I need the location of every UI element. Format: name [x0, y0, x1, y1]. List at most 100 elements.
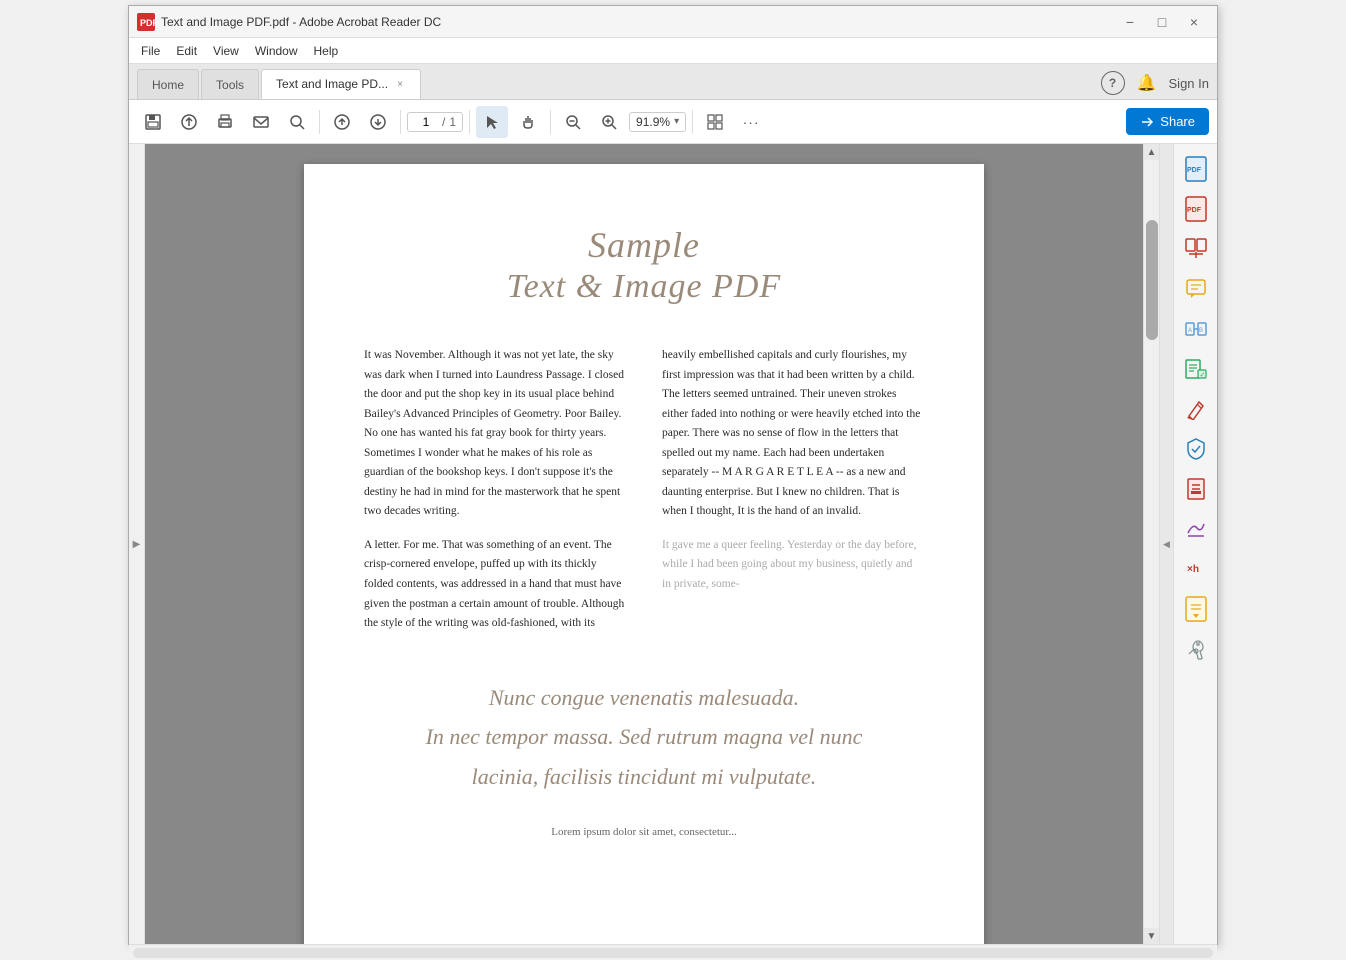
toolbar-divider-2: [400, 110, 401, 134]
col2-para2: It gave me a queer feeling. Yesterday or…: [662, 536, 924, 595]
share-button[interactable]: Share: [1126, 108, 1209, 135]
page-number-input[interactable]: [414, 115, 438, 129]
right-panel-collapse[interactable]: ◀: [1159, 144, 1173, 944]
tab-tools[interactable]: Tools: [201, 69, 259, 99]
menu-file[interactable]: File: [133, 41, 168, 61]
page-layout-button[interactable]: [699, 106, 731, 138]
app-icon: PDF: [137, 13, 155, 31]
pdf-viewer: Sample Text & Image PDF It was November.…: [145, 144, 1143, 944]
scrollbar-track[interactable]: [1144, 160, 1159, 928]
main-window: PDF Text and Image PDF.pdf - Adobe Acrob…: [128, 5, 1218, 945]
pdf-col-left: It was November. Although it was not yet…: [364, 346, 626, 648]
toolbar-divider-5: [692, 110, 693, 134]
select-tool-button[interactable]: [476, 106, 508, 138]
svg-text:PDF: PDF: [1187, 167, 1202, 174]
pdf-title-sample: Sample: [364, 224, 924, 266]
pdf-title-main: Text & Image PDF: [364, 268, 924, 306]
sidebar-stamps-icon[interactable]: ×h: [1178, 552, 1214, 586]
sign-in-button[interactable]: Sign In: [1169, 76, 1209, 91]
menu-view[interactable]: View: [205, 41, 247, 61]
bottom-text-content: Lorem ipsum dolor sit amet, consectetur.…: [364, 826, 924, 838]
toolbar-divider-3: [469, 110, 470, 134]
pdf-title: Sample Text & Image PDF: [364, 224, 924, 306]
menu-window[interactable]: Window: [247, 41, 306, 61]
zoom-value: 91.9%: [636, 115, 670, 129]
sidebar-redact-icon[interactable]: [1178, 472, 1214, 506]
title-bar: PDF Text and Image PDF.pdf - Adobe Acrob…: [129, 6, 1217, 38]
maximize-button[interactable]: □: [1147, 8, 1177, 36]
window-controls: − □ ×: [1115, 8, 1209, 36]
pdf-col-right: heavily embellished capitals and curly f…: [662, 346, 924, 648]
scroll-down-button[interactable]: ▼: [1144, 928, 1159, 944]
pdf-italic-block: Nunc congue venenatis malesuada. In nec …: [364, 678, 924, 797]
window-title: Text and Image PDF.pdf - Adobe Acrobat R…: [161, 15, 1115, 29]
italic-line-1: Nunc congue venenatis malesuada.: [364, 678, 924, 718]
collapse-panel-button[interactable]: ▶: [129, 144, 145, 944]
svg-text:A: A: [1188, 328, 1192, 334]
zoom-control[interactable]: 91.9% ▾: [629, 112, 686, 132]
help-button[interactable]: ?: [1101, 71, 1125, 95]
main-content: ▶ Sample Text & Image PDF It was Novembe…: [129, 144, 1217, 944]
italic-line-3: lacinia, facilisis tincidunt mi vulputat…: [364, 757, 924, 797]
prev-page-button[interactable]: [326, 106, 358, 138]
svg-text:PDF: PDF: [140, 18, 155, 28]
bell-icon[interactable]: 🔔: [1137, 73, 1157, 93]
share-label: Share: [1160, 114, 1195, 129]
toolbar-divider-1: [319, 110, 320, 134]
scroll-up-button[interactable]: ▲: [1144, 144, 1159, 160]
svg-text:×h: ×h: [1187, 564, 1199, 575]
tab-tools-label: Tools: [216, 78, 244, 92]
menu-help[interactable]: Help: [306, 41, 347, 61]
page-separator: /: [442, 115, 445, 129]
sidebar-comment-icon[interactable]: [1178, 272, 1214, 306]
hand-tool-button[interactable]: [512, 106, 544, 138]
toolbar-divider-4: [550, 110, 551, 134]
pdf-bottom-text: Lorem ipsum dolor sit amet, consectetur.…: [364, 826, 924, 838]
close-button[interactable]: ×: [1179, 8, 1209, 36]
search-button[interactable]: [281, 106, 313, 138]
more-options-button[interactable]: ···: [735, 106, 767, 138]
menu-edit[interactable]: Edit: [168, 41, 205, 61]
svg-text:✓: ✓: [1199, 372, 1205, 379]
col1-para1: It was November. Although it was not yet…: [364, 346, 626, 522]
upload-button[interactable]: [173, 106, 205, 138]
sidebar-export-pdf-icon[interactable]: PDF: [1178, 192, 1214, 226]
save-button[interactable]: [137, 106, 169, 138]
sidebar-edit-icon[interactable]: ✓: [1178, 352, 1214, 386]
svg-text:PDF: PDF: [1187, 207, 1202, 214]
right-sidebar: PDF PDF: [1173, 144, 1217, 944]
page-navigator: / 1: [407, 112, 463, 132]
next-page-button[interactable]: [362, 106, 394, 138]
sidebar-attach-icon[interactable]: [1178, 592, 1214, 626]
toolbar: / 1 91.9% ▾ ···: [129, 100, 1217, 144]
sidebar-more-tools-icon[interactable]: [1178, 632, 1214, 666]
tab-active-pdf[interactable]: Text and Image PD... ×: [261, 69, 421, 99]
sidebar-pdf-file-icon[interactable]: PDF: [1178, 152, 1214, 186]
sidebar-organize-icon[interactable]: [1178, 232, 1214, 266]
sidebar-protect-icon[interactable]: [1178, 432, 1214, 466]
sidebar-sign-icon[interactable]: [1178, 512, 1214, 546]
email-button[interactable]: [245, 106, 277, 138]
zoom-dropdown-icon[interactable]: ▾: [674, 116, 679, 127]
zoom-in-button[interactable]: [593, 106, 625, 138]
minimize-button[interactable]: −: [1115, 8, 1145, 36]
pdf-page: Sample Text & Image PDF It was November.…: [304, 164, 984, 944]
scrollbar-thumb[interactable]: [1146, 220, 1158, 340]
tab-home[interactable]: Home: [137, 69, 199, 99]
pdf-columns: It was November. Although it was not yet…: [364, 346, 924, 648]
page-total: 1: [449, 115, 456, 129]
print-button[interactable]: [209, 106, 241, 138]
menu-bar: File Edit View Window Help: [129, 38, 1217, 64]
zoom-out-button[interactable]: [557, 106, 589, 138]
tab-pdf-label: Text and Image PD...: [276, 77, 388, 91]
col1-para2: A letter. For me. That was something of …: [364, 536, 626, 634]
svg-text:B: B: [1199, 328, 1203, 334]
sidebar-combine-icon[interactable]: A B: [1178, 312, 1214, 346]
vertical-scrollbar: ▲ ▼: [1143, 144, 1159, 944]
horizontal-scrollbar[interactable]: [133, 948, 1213, 958]
sidebar-annotate-icon[interactable]: [1178, 392, 1214, 426]
col2-para1: heavily embellished capitals and curly f…: [662, 346, 924, 522]
italic-line-2: In nec tempor massa. Sed rutrum magna ve…: [364, 717, 924, 757]
tab-close-button[interactable]: ×: [394, 78, 406, 91]
bottom-bar: [129, 944, 1217, 960]
